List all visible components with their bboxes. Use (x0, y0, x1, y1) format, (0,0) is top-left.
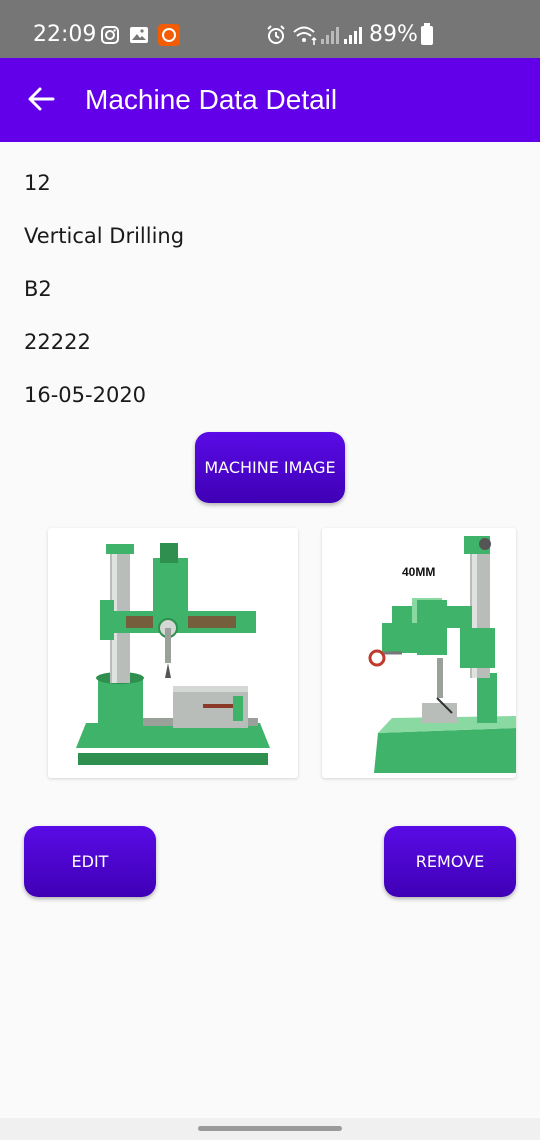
navigation-bar (0, 1118, 540, 1140)
machine-number: 22222 (24, 330, 91, 354)
machine-id: 12 (24, 171, 51, 195)
machine-image-1[interactable] (48, 528, 298, 778)
pillar-drill-image: 40MM (368, 536, 516, 773)
signal-icon-1 (321, 27, 339, 44)
home-handle[interactable] (198, 1126, 342, 1131)
battery-icon (421, 23, 433, 45)
gallery-icon (130, 27, 148, 43)
status-notification-icons (100, 24, 180, 46)
machine-name: Vertical Drilling (24, 224, 185, 248)
size-label: 40MM (402, 565, 435, 579)
edit-button[interactable]: EDIT (24, 826, 156, 897)
signal-icon-2 (344, 27, 362, 44)
status-time: 22:09 (33, 22, 97, 47)
back-arrow-icon[interactable] (26, 84, 56, 114)
radial-drill-image (76, 543, 270, 765)
app-bar: Machine Data Detail (0, 58, 540, 142)
alarm-icon (267, 25, 285, 44)
machine-date: 16-05-2020 (24, 383, 147, 407)
machine-location: B2 (24, 277, 52, 301)
wifi-icon (293, 26, 317, 45)
battery-percentage: 89% (369, 22, 418, 47)
instagram-icon (101, 26, 119, 44)
remove-button[interactable]: REMOVE (384, 826, 516, 897)
machine-image-button[interactable]: MACHINE IMAGE (195, 432, 345, 503)
machine-image-2[interactable]: 40MM (322, 528, 516, 778)
app-notification-icon (158, 24, 180, 46)
status-bar: 22:09 89% (0, 0, 540, 58)
page-title: Machine Data Detail (85, 84, 338, 115)
